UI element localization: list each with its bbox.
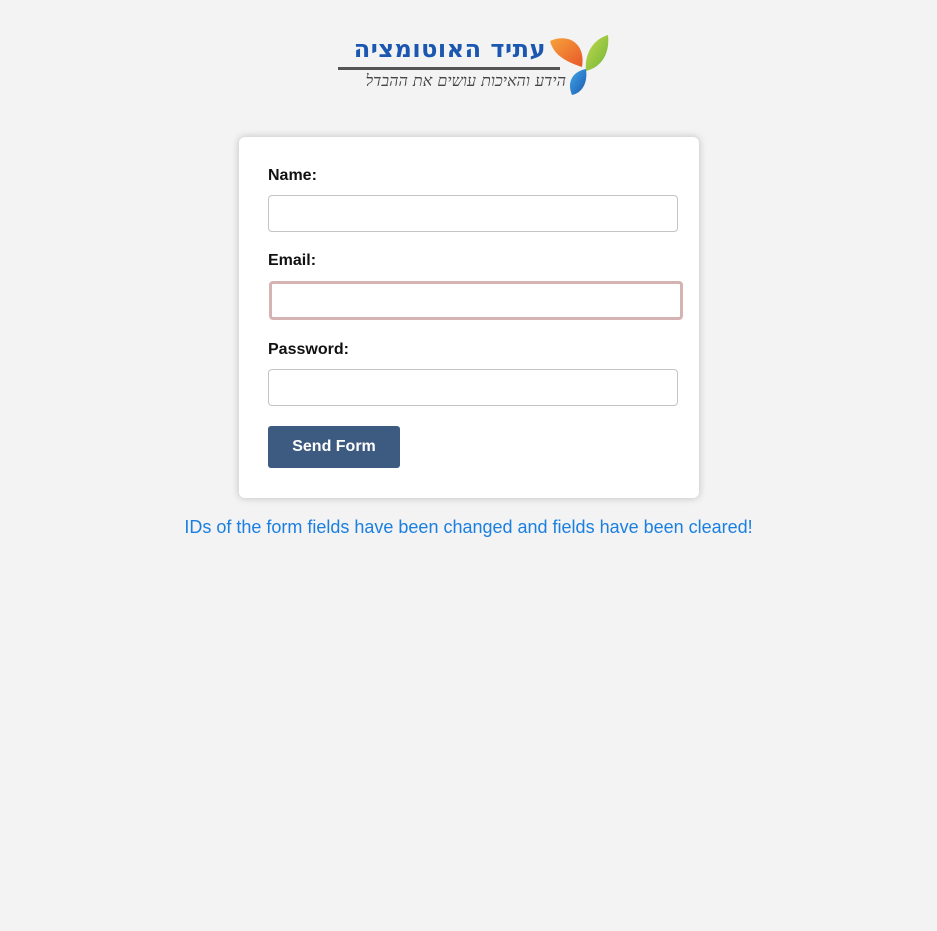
password-input[interactable] (268, 369, 678, 406)
signup-form: Name: Email: Password: Send Form (239, 137, 699, 498)
password-label: Password: (268, 341, 349, 358)
email-label: Email: (268, 252, 317, 269)
status-message: IDs of the form fields have been changed… (184, 517, 753, 537)
leaf-icon (550, 35, 609, 95)
name-label: Name: (268, 167, 317, 184)
email-input[interactable] (269, 281, 683, 320)
site-logo: עתיד האוטומציה הידע והאיכות עושים את ההב… (330, 33, 610, 99)
logo-tagline: הידע והאיכות עושים את ההבדל (365, 71, 566, 90)
send-form-button[interactable]: Send Form (268, 426, 400, 468)
logo-divider (338, 67, 560, 70)
logo-title: עתיד האוטומציה (353, 35, 546, 63)
name-input[interactable] (268, 195, 678, 232)
